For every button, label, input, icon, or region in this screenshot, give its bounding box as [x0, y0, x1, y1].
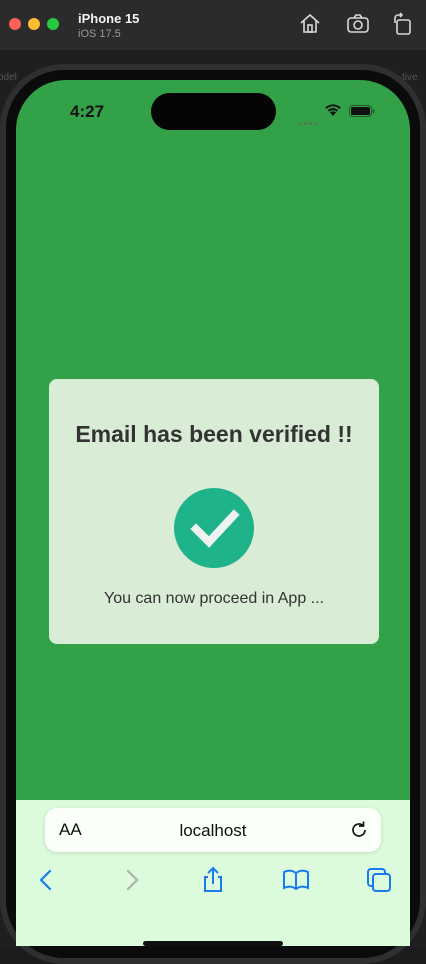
status-time: 4:27: [70, 102, 105, 121]
reload-icon[interactable]: [349, 820, 369, 840]
card-title: Email has been verified !!: [75, 421, 353, 447]
os-version: iOS 17.5: [78, 28, 121, 40]
simulator-titlebar: iPhone 15 iOS 17.5: [0, 0, 426, 50]
bookmarks-icon[interactable]: [282, 866, 310, 894]
verification-card: Email has been verified !! You can now p…: [49, 379, 379, 644]
url-text[interactable]: localhost: [45, 821, 381, 841]
card-message: You can now proceed in App ...: [103, 590, 324, 607]
phone-screen: 4:27 Email has been verified !! You can …: [16, 80, 410, 946]
home-indicator[interactable]: [143, 941, 283, 946]
checkmark-circle-icon: [174, 488, 254, 568]
backdrop-text-left: odel: [0, 72, 17, 83]
wifi-icon: [324, 103, 342, 117]
forward-icon[interactable]: [118, 866, 146, 894]
minimize-window-button[interactable]: [28, 18, 40, 30]
zoom-window-button[interactable]: [47, 18, 59, 30]
address-bar[interactable]: AA localhost: [45, 808, 381, 852]
home-icon[interactable]: [298, 12, 322, 36]
signal-icon: [299, 112, 321, 125]
safari-toolbar: AA localhost: [16, 800, 410, 946]
share-icon[interactable]: [199, 866, 227, 894]
battery-icon: [349, 104, 375, 117]
tabs-icon[interactable]: [365, 866, 393, 894]
dynamic-island: [151, 93, 276, 130]
rotate-icon[interactable]: [391, 12, 415, 36]
device-name: iPhone 15: [78, 11, 140, 26]
close-window-button[interactable]: [9, 18, 21, 30]
back-icon[interactable]: [32, 866, 60, 894]
camera-icon[interactable]: [346, 12, 370, 36]
